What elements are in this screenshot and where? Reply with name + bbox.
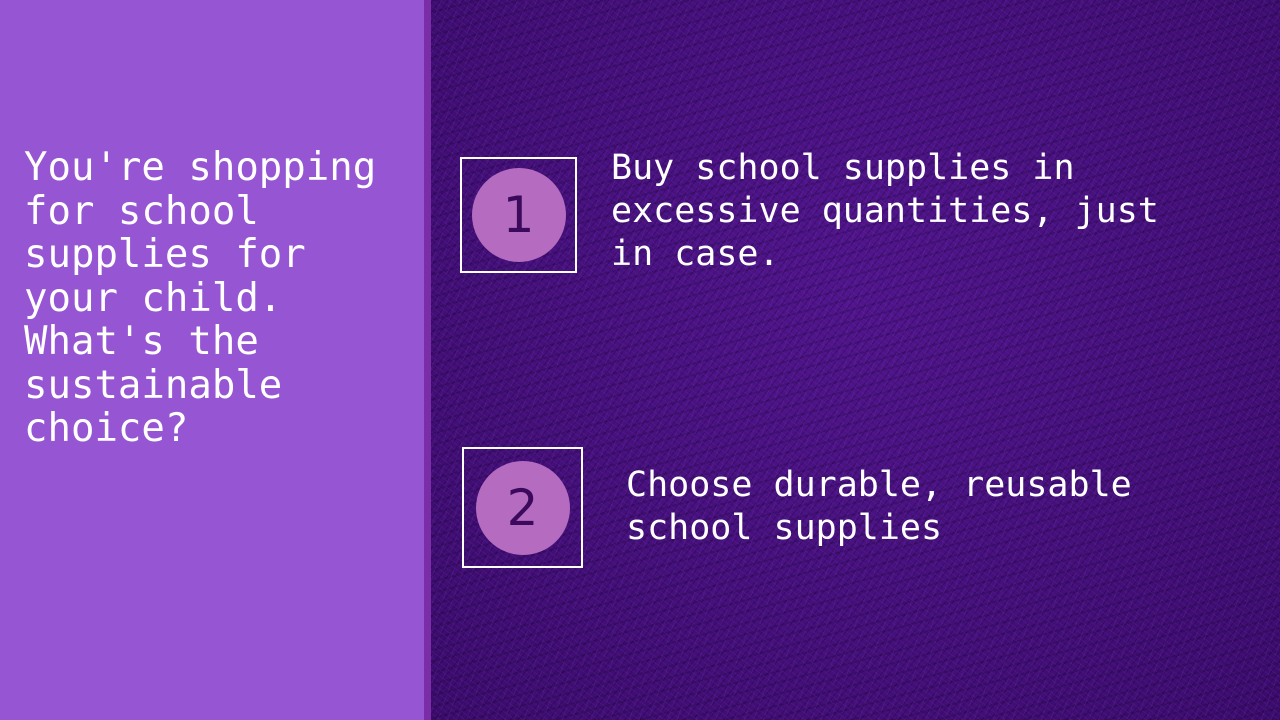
question-text: You're shopping for school supplies for … xyxy=(24,145,377,451)
option-2-badge[interactable]: 2 xyxy=(462,447,583,568)
panel-divider xyxy=(424,0,431,720)
question-panel: You're shopping for school supplies for … xyxy=(0,0,424,720)
option-2-number: 2 xyxy=(475,460,570,555)
option-1-text[interactable]: Buy school supplies in excessive quantit… xyxy=(611,147,1211,276)
options-panel xyxy=(431,0,1280,720)
option-2-text[interactable]: Choose durable, reusable school supplies xyxy=(626,464,1226,550)
option-1-number: 1 xyxy=(471,168,566,262)
option-1-badge[interactable]: 1 xyxy=(460,157,577,273)
